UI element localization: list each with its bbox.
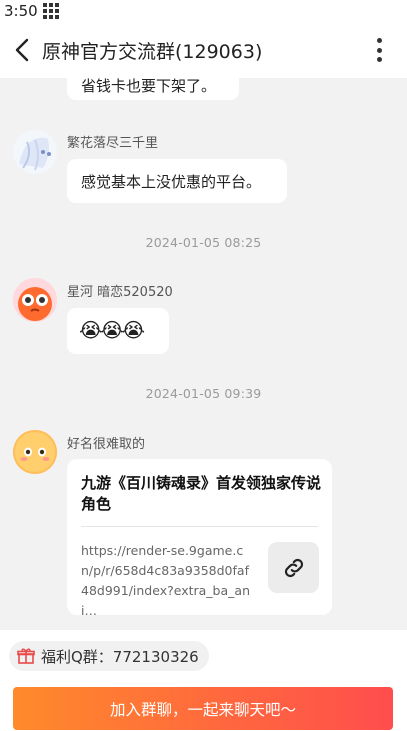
card-divider xyxy=(81,526,318,527)
message-bubble: 感觉基本上没优惠的平台。 xyxy=(67,159,287,203)
grid-icon xyxy=(42,3,59,19)
more-button[interactable] xyxy=(369,36,389,64)
page-title: 原神官方交流群(129063) xyxy=(42,40,263,63)
link-icon xyxy=(284,558,303,577)
open-link-button[interactable] xyxy=(268,542,319,593)
link-card[interactable]: 九游《百川铸魂录》首发领独家传说角色 https://render-se.9ga… xyxy=(67,459,332,618)
sender-name: 繁花落尽三千里 xyxy=(67,136,159,151)
chat-header: 原神官方交流群(129063) xyxy=(0,22,407,78)
message-bubble: 😭😭😭 xyxy=(67,308,169,354)
sender-name: 星河 暗恋520520 xyxy=(67,285,173,300)
status-time: 3:50 xyxy=(4,2,38,20)
bottom-bar: 福利Q群：772130326 加入群聊，一起来聊天吧～ xyxy=(0,630,407,731)
join-group-button[interactable]: 加入群聊，一起来聊天吧～ xyxy=(13,687,393,730)
qq-group-label: 福利Q群：772130326 xyxy=(41,647,199,666)
status-bar: 3:50 xyxy=(0,0,407,22)
message-bubble: 省钱卡也要下架了。 xyxy=(67,78,239,100)
sender-name: 好名很难取的 xyxy=(67,437,146,452)
avatar[interactable] xyxy=(13,278,57,322)
avatar[interactable] xyxy=(13,130,57,174)
chat-area[interactable]: 省钱卡也要下架了。 繁花落尽三千里 感觉基本上没优惠的平台。 2024-01-0… xyxy=(0,78,407,630)
avatar[interactable] xyxy=(13,430,57,474)
message-text: 省钱卡也要下架了。 xyxy=(81,78,217,95)
message-text: 感觉基本上没优惠的平台。 xyxy=(81,173,262,191)
chevron-left-icon xyxy=(15,38,29,62)
timestamp: 2024-01-05 08:25 xyxy=(145,235,262,250)
gift-icon xyxy=(17,648,35,664)
message-emoji: 😭😭😭 xyxy=(79,318,145,342)
qq-group-chip[interactable]: 福利Q群：772130326 xyxy=(9,641,209,671)
back-button[interactable] xyxy=(2,22,42,78)
more-vertical-icon xyxy=(376,38,382,62)
card-url: https://render-se.9game.cn/p/r/658d4c83a… xyxy=(81,543,250,618)
card-title: 九游《百川铸魂录》首发领独家传说角色 xyxy=(81,474,322,513)
timestamp: 2024-01-05 09:39 xyxy=(145,386,262,401)
